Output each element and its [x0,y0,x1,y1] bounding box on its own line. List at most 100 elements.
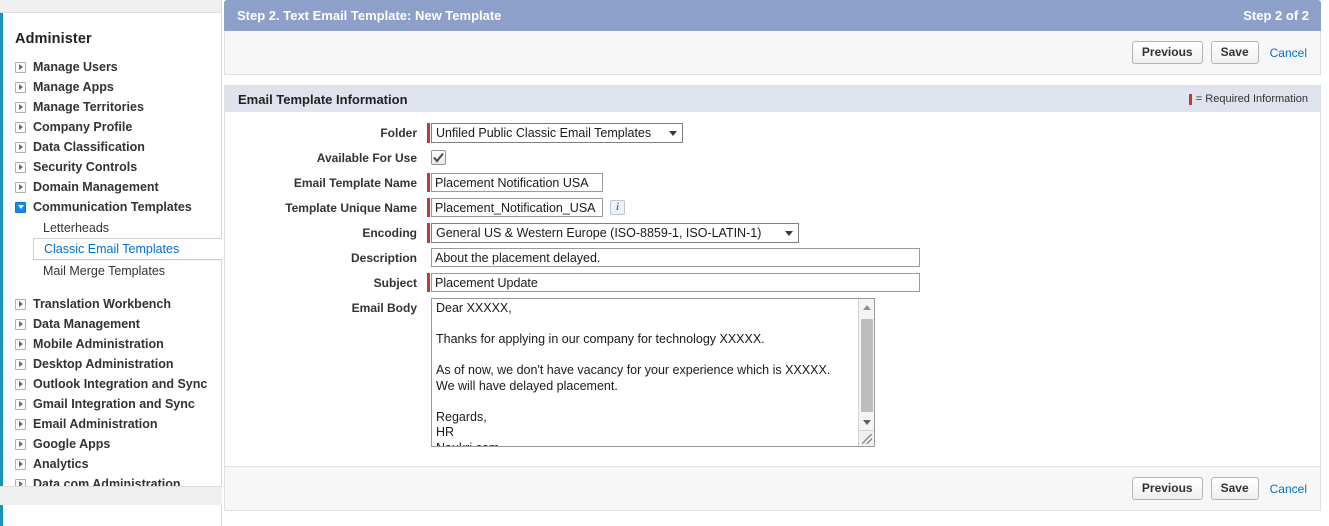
chevron-right-icon[interactable] [15,122,26,133]
sidebar-item-label: Manage Territories [33,100,144,114]
sidebar-item-translation-workbench[interactable]: Translation Workbench [3,294,221,314]
scroll-down-icon[interactable] [859,414,874,430]
sidebar-item-label: Mobile Administration [33,337,164,351]
chevron-down-icon [669,131,677,136]
encoding-selected-value: General US & Western Europe (ISO-8859-1,… [436,224,761,242]
sidebar-item-company-profile[interactable]: Company Profile [3,117,221,137]
sidebar-item-label: Security Controls [33,160,137,174]
wizard-title-bar: Step 2. Text Email Template: New Templat… [224,0,1321,31]
chevron-down-icon [785,231,793,236]
sidebar-subitem-label: Mail Merge Templates [43,264,165,278]
textarea-scrollbar[interactable] [858,299,874,446]
sidebar-item-manage-users[interactable]: Manage Users [3,57,221,77]
chevron-right-icon[interactable] [15,379,26,390]
sidebar-item-outlook-integration-and-sync[interactable]: Outlook Integration and Sync [3,374,221,394]
description-input[interactable] [431,248,920,267]
chevron-right-icon[interactable] [15,62,26,73]
template-unique-name-input[interactable] [431,198,603,217]
previous-button-top[interactable]: Previous [1132,41,1203,64]
subject-label: Subject [225,273,427,293]
chevron-right-icon[interactable] [15,459,26,470]
sidebar-item-google-apps[interactable]: Google Apps [3,434,221,454]
sidebar-item-label: Company Profile [33,120,132,134]
sidebar-item-security-controls[interactable]: Security Controls [3,157,221,177]
chevron-right-icon[interactable] [15,82,26,93]
form-row-subject: Subject [225,273,1320,293]
folder-selected-value: Unfiled Public Classic Email Templates [436,124,651,142]
scrollbar-thumb[interactable] [861,319,873,412]
sidebar-item-label: Domain Management [33,180,159,194]
chevron-right-icon[interactable] [15,299,26,310]
available-for-use-label: Available For Use [225,148,427,168]
sidebar-item-data-management[interactable]: Data Management [3,314,221,334]
sidebar-item-label: Google Apps [33,437,110,451]
sidebar-item-communication-templates[interactable]: Communication Templates [3,197,221,217]
folder-select[interactable]: Unfiled Public Classic Email Templates [431,123,683,143]
sidebar-subitem-mail-merge-templates[interactable]: Mail Merge Templates [3,260,221,281]
chevron-right-icon[interactable] [15,439,26,450]
sidebar-item-analytics[interactable]: Analytics [3,454,221,474]
save-button-bottom[interactable]: Save [1211,477,1259,500]
cancel-link-top[interactable]: Cancel [1267,46,1310,60]
scroll-up-icon[interactable] [859,299,874,315]
sidebar-subitem-classic-email-templates[interactable]: Classic Email Templates [33,238,222,260]
sidebar-subitem-letterheads[interactable]: Letterheads [3,217,221,238]
sidebar-item-mobile-administration[interactable]: Mobile Administration [3,334,221,354]
folder-field: Unfiled Public Classic Email Templates [427,123,683,143]
email-template-name-input[interactable] [431,173,603,192]
sidebar-item-email-administration[interactable]: Email Administration [3,414,221,434]
check-icon [433,152,444,163]
sidebar-item-manage-territories[interactable]: Manage Territories [3,97,221,117]
email-template-name-field [427,173,603,192]
sidebar-item-data-classification[interactable]: Data Classification [3,137,221,157]
sidebar-body: Administer Manage Users Manage Apps Mana… [3,13,221,505]
chevron-right-icon[interactable] [15,142,26,153]
email-body-textarea[interactable]: Dear XXXXX, Thanks for applying in our c… [431,298,875,447]
sidebar-item-manage-apps[interactable]: Manage Apps [3,77,221,97]
sidebar-item-label: Desktop Administration [33,357,174,371]
encoding-field: General US & Western Europe (ISO-8859-1,… [427,223,799,243]
panel-header: Email Template Information = Required In… [225,85,1320,112]
available-for-use-checkbox[interactable] [431,150,446,165]
chevron-right-icon[interactable] [15,162,26,173]
encoding-select[interactable]: General US & Western Europe (ISO-8859-1,… [431,223,799,243]
chevron-right-icon[interactable] [15,182,26,193]
chevron-right-icon[interactable] [15,102,26,113]
page-root: Administer Manage Users Manage Apps Mana… [0,0,1329,526]
previous-button-bottom[interactable]: Previous [1132,477,1203,500]
sidebar-item-label: Data Management [33,317,140,331]
sidebar-item-label: Gmail Integration and Sync [33,397,195,411]
template-unique-name-field: i [427,198,625,217]
panel-title: Email Template Information [238,92,408,107]
sidebar-heading: Administer [3,31,221,57]
chevron-down-icon[interactable] [15,202,26,213]
resize-handle-icon[interactable] [858,430,874,446]
info-icon[interactable]: i [610,200,625,215]
save-button-top[interactable]: Save [1211,41,1259,64]
chevron-right-icon[interactable] [15,399,26,410]
email-template-information-panel: Email Template Information = Required In… [224,85,1321,511]
form-row-email-body: Email Body Dear XXXXX, Thanks for applyi… [225,298,1320,447]
sidebar-spacer [3,281,221,294]
chevron-right-icon[interactable] [15,339,26,350]
form-row-available-for-use: Available For Use [225,148,1320,168]
main-content: Step 2. Text Email Template: New Templat… [222,0,1329,526]
required-marker-icon [427,198,430,217]
sidebar-item-gmail-integration-and-sync[interactable]: Gmail Integration and Sync [3,394,221,414]
required-marker-icon [427,273,430,292]
subject-field [427,273,920,292]
email-body-field: Dear XXXXX, Thanks for applying in our c… [427,298,875,447]
wizard-top-toolbar: Previous Save Cancel [224,31,1321,75]
chevron-right-icon[interactable] [15,359,26,370]
sidebar-item-label: Manage Apps [33,80,114,94]
sidebar-item-label: Outlook Integration and Sync [33,377,207,391]
sidebar-item-desktop-administration[interactable]: Desktop Administration [3,354,221,374]
required-information-note: = Required Information [1189,93,1308,105]
subject-input[interactable] [431,273,920,292]
sidebar-item-domain-management[interactable]: Domain Management [3,177,221,197]
cancel-link-bottom[interactable]: Cancel [1267,482,1310,496]
email-body-text[interactable]: Dear XXXXX, Thanks for applying in our c… [432,299,858,446]
chevron-right-icon[interactable] [15,419,26,430]
sidebar-bottom-strip [0,486,222,505]
chevron-right-icon[interactable] [15,319,26,330]
